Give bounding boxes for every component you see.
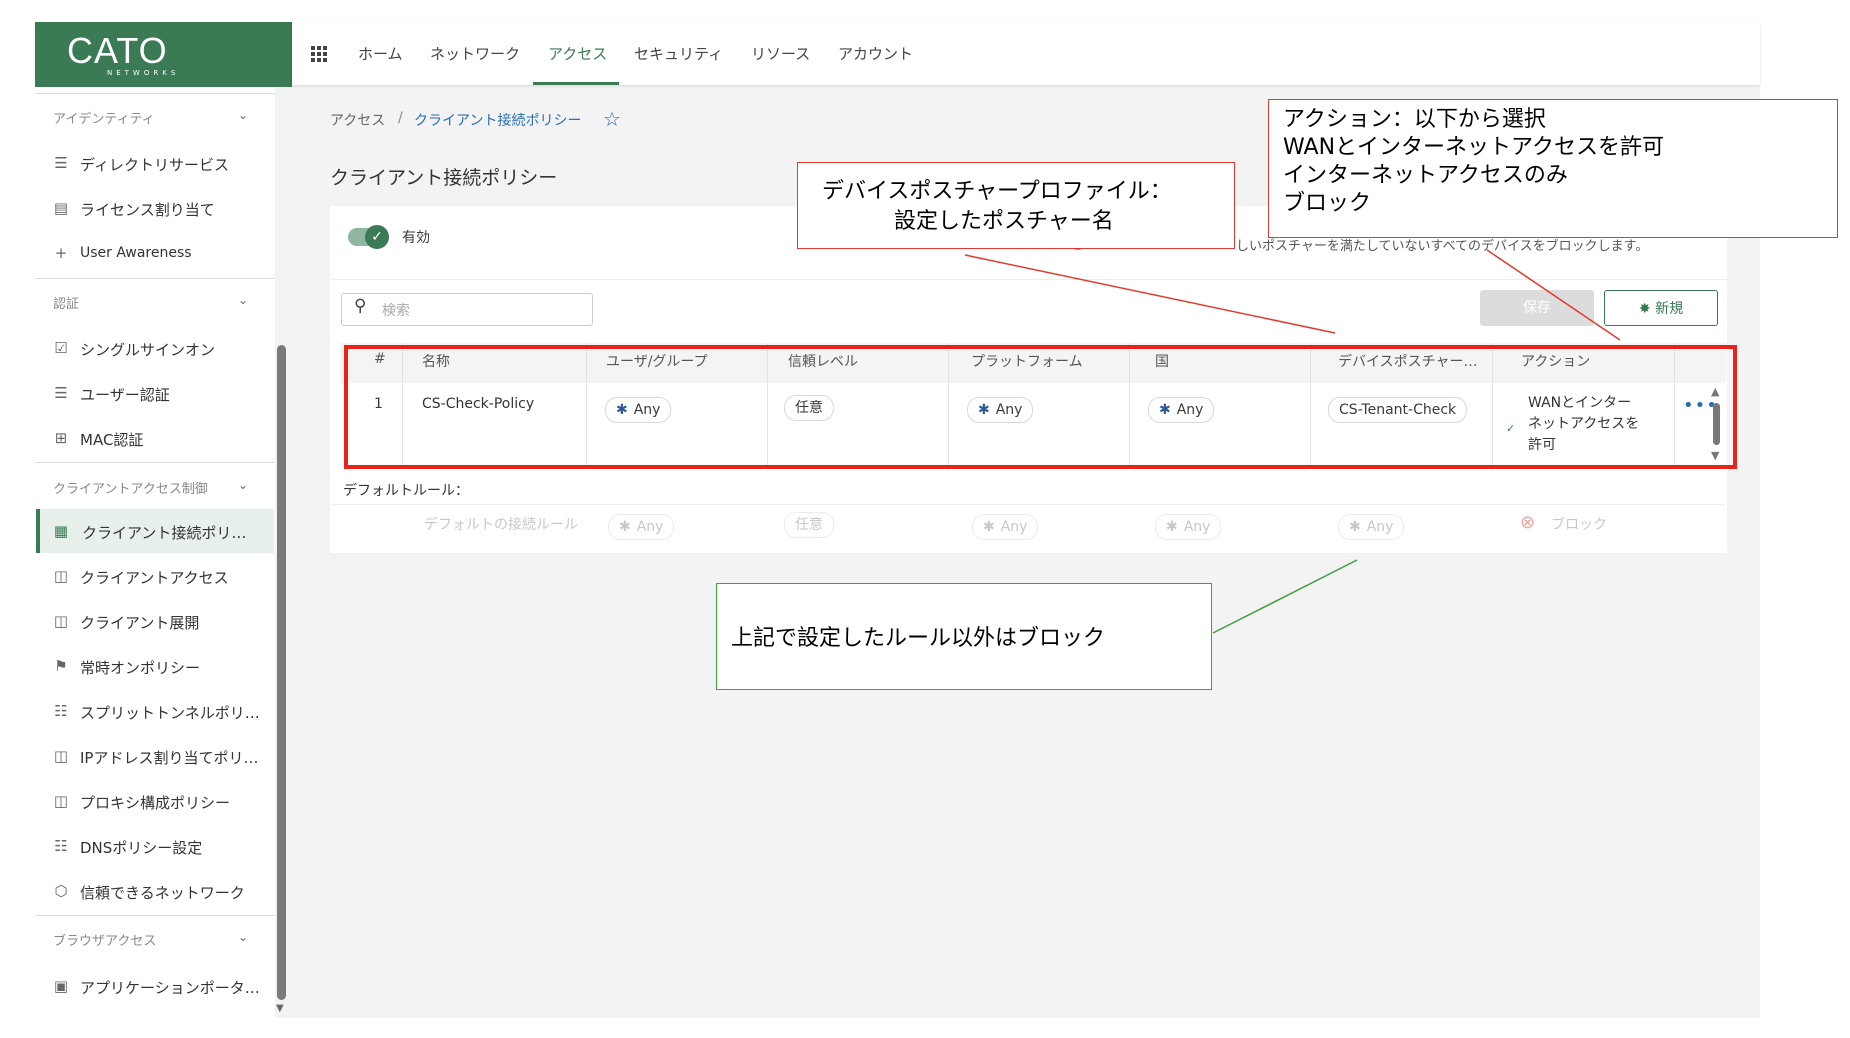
- action-annotation-box: アクション：以下から選択 WANとインターネットアクセスを許可 インターネットア…: [1268, 99, 1838, 238]
- action-annotation-line1: アクション：以下から選択: [1283, 107, 1546, 132]
- default-annotation-box: 上記で設定したルール以外はブロック: [716, 583, 1212, 690]
- posture-annotation-box: デバイスポスチャープロファイル： 設定したポスチャー名: [797, 162, 1235, 249]
- default-connector-line: [1212, 559, 1358, 634]
- action-connector-line: [1486, 249, 1621, 341]
- posture-annotation-line1: デバイスポスチャープロファイル：: [822, 179, 1172, 204]
- posture-connector-line: [964, 254, 1336, 334]
- action-annotation-line3: インターネットアクセスのみ: [1283, 163, 1568, 188]
- posture-annotation-line2: 設定したポスチャー名: [894, 209, 1114, 234]
- default-annotation-text: 上記で設定したルール以外はブロック: [731, 626, 1106, 651]
- action-annotation-line4: ブロック: [1283, 191, 1372, 216]
- action-annotation-line2: WANとインターネットアクセスを許可: [1283, 135, 1664, 160]
